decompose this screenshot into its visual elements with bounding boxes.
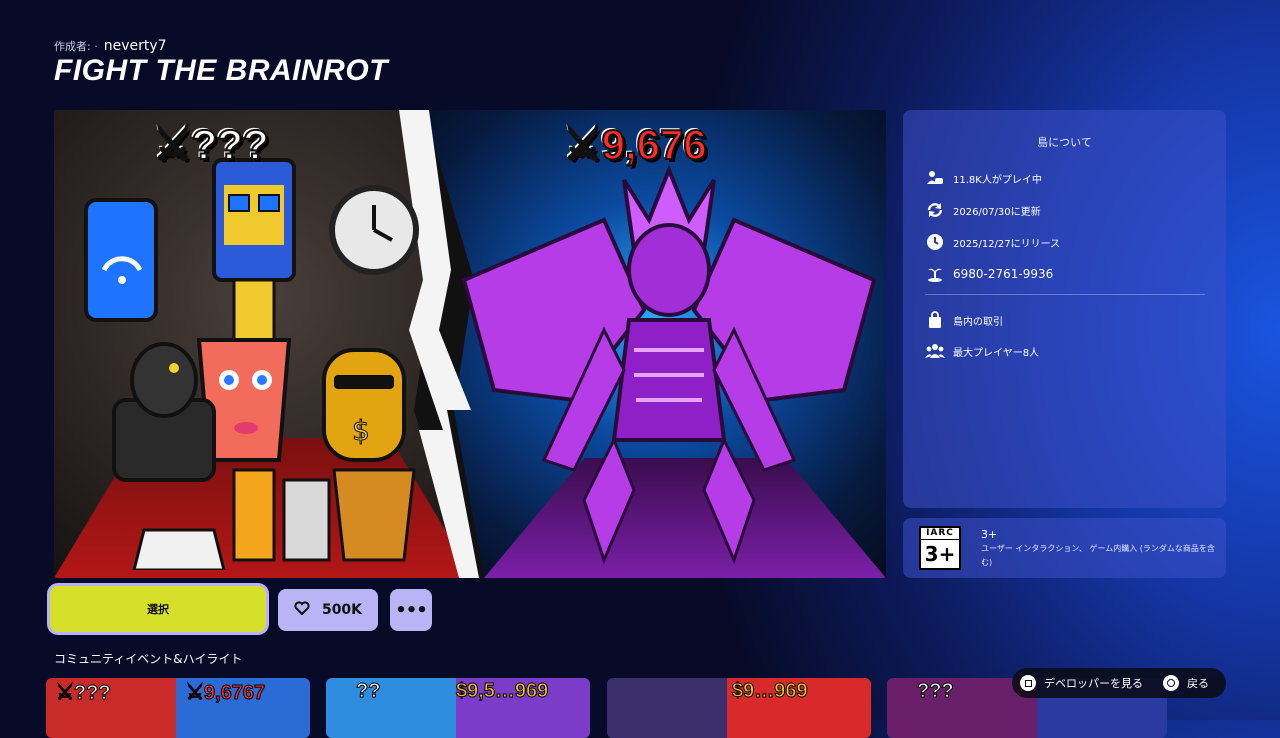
- info-row-purchases: 島内の取引: [925, 310, 1003, 330]
- ellipsis-icon: •••: [395, 599, 428, 621]
- info-row-players: 11.8K人がプレイ中: [925, 168, 1042, 188]
- gamepad-players-icon: [925, 168, 945, 188]
- info-divider: [925, 294, 1205, 295]
- age-rating-text: 3+: [981, 528, 998, 541]
- hero-image: $ ⚔??? ⚔9,676: [54, 110, 886, 578]
- community-thumb[interactable]: ⚔??? ⚔9,6767: [46, 678, 310, 738]
- community-thumb[interactable]: ?? $9,5…969: [326, 678, 590, 738]
- crystal-skeleton-bird-figure: [461, 164, 877, 565]
- palm-island-icon: [925, 264, 945, 284]
- page-title: FIGHT THE BRAINROT: [54, 54, 388, 87]
- info-row-island-code: 6980-2761-9936: [925, 264, 1053, 284]
- info-row-updated: 2026/07/30に更新: [925, 200, 1041, 220]
- community-section-title: コミュニティイベント&ハイライト: [54, 652, 243, 666]
- creator-name[interactable]: neverty7: [104, 38, 167, 54]
- view-developer-hint[interactable]: デベロッパーを見る: [1020, 675, 1143, 691]
- clock-icon: [925, 232, 945, 252]
- info-title: 島について: [1037, 136, 1092, 149]
- hero-left-label: ⚔???: [153, 120, 270, 169]
- controller-hint-bar: デベロッパーを見る 戻る: [1012, 668, 1226, 698]
- info-row-released: 2025/12/27にリリース: [925, 232, 1060, 252]
- heart-icon: [294, 601, 310, 619]
- circle-button-icon: [1163, 675, 1179, 691]
- square-button-icon: [1020, 675, 1036, 691]
- like-button[interactable]: 500K: [278, 589, 378, 631]
- age-rating-panel: IARC 3+ 3+ ユーザー インタラクション、 ゲーム内購入 (ランダムな商…: [903, 518, 1226, 578]
- brainrot-characters-figure: $: [84, 158, 419, 570]
- svg-text:$: $: [352, 414, 370, 447]
- creator-line: 作成者: · neverty7: [54, 38, 167, 54]
- shopping-bag-icon: [925, 310, 945, 330]
- iarc-badge: IARC 3+: [919, 526, 961, 570]
- like-count: 500K: [321, 602, 363, 618]
- community-thumb[interactable]: $9…969: [607, 678, 871, 738]
- back-hint[interactable]: 戻る: [1163, 675, 1209, 691]
- rating-description: ユーザー インタラクション、 ゲーム内購入 (ランダムな商品を含む): [981, 544, 1215, 567]
- creator-prefix: 作成者: ·: [54, 40, 98, 53]
- island-info-panel: 島について 11.8K人がプレイ中 2026/07/30に更新 2025/12/…: [903, 110, 1226, 508]
- more-options-button[interactable]: •••: [390, 589, 432, 631]
- info-row-max-players: 最大プレイヤー8人: [925, 341, 1039, 361]
- refresh-icon: [925, 200, 945, 220]
- hero-right-label: ⚔9,676: [563, 120, 708, 169]
- group-users-icon: [925, 341, 945, 361]
- select-button[interactable]: 選択: [50, 586, 266, 632]
